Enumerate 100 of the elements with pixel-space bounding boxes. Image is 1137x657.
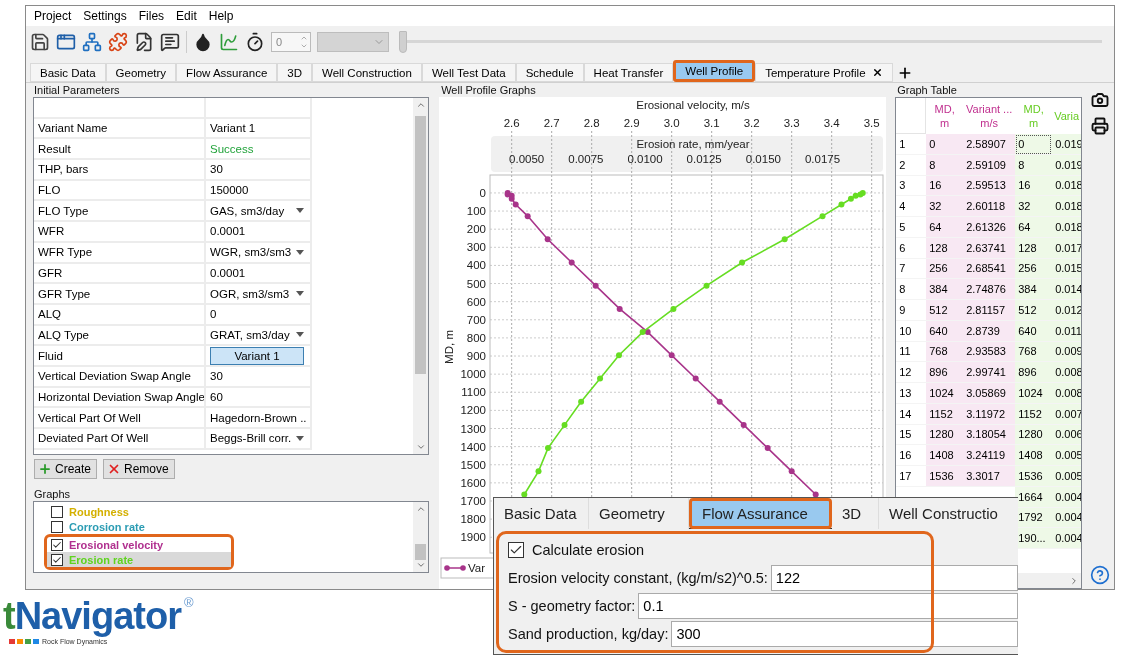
dropdown[interactable]: GAS, sm3/day	[206, 201, 312, 223]
menu-item[interactable]: Edit	[170, 9, 203, 23]
tab[interactable]: Flow Assurance	[689, 498, 832, 529]
dropdown-arrow-icon	[296, 435, 304, 441]
table-cell: 896	[1015, 362, 1053, 383]
point	[578, 398, 585, 405]
point	[716, 398, 723, 405]
menu-item[interactable]: Files	[132, 9, 171, 23]
document-edit-icon[interactable]	[134, 32, 154, 52]
timer-icon[interactable]	[245, 32, 265, 52]
dropdown-arrow-icon	[296, 332, 304, 338]
checkbox[interactable]	[508, 542, 524, 558]
item-label: Roughness	[69, 505, 129, 518]
column-header: Varia	[1053, 109, 1081, 124]
droplet-icon[interactable]	[193, 32, 213, 52]
input-field[interactable]: 122	[770, 565, 1018, 591]
tab[interactable]: Flow Assurance	[176, 63, 278, 82]
puzzle-icon[interactable]	[108, 32, 128, 52]
axis-title: MD, m	[443, 330, 456, 364]
table-cell: 3.11972	[963, 403, 1016, 425]
text-box-icon[interactable]	[160, 32, 180, 52]
table-cell: 640	[926, 320, 964, 342]
close-icon[interactable]	[871, 67, 883, 78]
tab[interactable]: Geometry	[589, 498, 689, 529]
window-icon[interactable]	[56, 32, 76, 52]
help-icon[interactable]	[1090, 565, 1111, 585]
dropdown[interactable]: OGR, sm3/sm3	[206, 284, 312, 305]
hierarchy-icon[interactable]	[82, 32, 102, 52]
tab[interactable]: Schedule	[515, 63, 584, 82]
scrollbar[interactable]	[413, 502, 429, 572]
checkbox[interactable]	[51, 553, 63, 566]
scrollbar-thumb[interactable]	[415, 116, 427, 374]
tab[interactable]: Basic Data	[494, 498, 589, 529]
fluid-button[interactable]: Variant 1	[210, 346, 304, 365]
tab[interactable]: Basic Data	[30, 63, 106, 82]
tick-label: 800	[466, 331, 487, 344]
table-cell: 2.74876	[963, 279, 1016, 300]
camera-icon[interactable]	[1091, 91, 1110, 109]
dropdown[interactable]: Hagedorn-Brown ..	[206, 408, 312, 429]
tick-label: 0.0050	[509, 153, 545, 165]
input-field[interactable]: 300	[671, 621, 1018, 647]
table-cell: GFR	[34, 263, 206, 285]
save-icon[interactable]	[30, 32, 50, 52]
tab[interactable]: Well Test Data	[421, 63, 516, 82]
tick-label: 2.7	[543, 117, 560, 129]
point	[524, 213, 531, 220]
menu-item[interactable]: Settings	[77, 9, 133, 23]
status-text: Success	[210, 142, 254, 155]
table-cell: 3.24119	[963, 445, 1016, 466]
checkbox[interactable]	[51, 520, 63, 533]
chevron-down-icon[interactable]	[415, 560, 426, 570]
legend-label: Var	[468, 562, 486, 574]
item-label: Erosion rate	[69, 553, 134, 566]
tab[interactable]: Temperature Profile	[755, 63, 893, 82]
tab[interactable]: 3D	[832, 498, 879, 529]
tab[interactable]: Geometry	[105, 63, 177, 82]
table-cell: 896	[926, 362, 964, 383]
point	[740, 421, 747, 428]
table-cell: Vertical Part Of Well	[34, 408, 206, 429]
tick-label: 100	[466, 205, 487, 218]
slider-thumb[interactable]	[399, 31, 407, 53]
checkbox[interactable]	[51, 505, 63, 518]
list-item[interactable]: Erosional velocity	[47, 537, 231, 552]
color-squares-icon	[9, 639, 39, 644]
chevron-up-icon[interactable]	[415, 504, 426, 514]
tick-label: 1600	[460, 476, 487, 489]
slider[interactable]	[399, 31, 1102, 53]
scrollbar-thumb[interactable]	[415, 544, 427, 560]
menu-item[interactable]: Help	[202, 9, 240, 23]
table-cell: FLO	[34, 180, 206, 202]
create-button[interactable]: Create	[34, 459, 98, 479]
tab[interactable]: 3D	[277, 63, 312, 82]
tab[interactable]: Well Construction	[312, 63, 422, 82]
menu-item[interactable]: Project	[28, 9, 78, 23]
tick-label: 500	[466, 277, 487, 290]
chart-icon[interactable]	[219, 32, 239, 52]
checkbox[interactable]	[51, 538, 63, 551]
dropdown[interactable]: WGR, sm3/sm3	[206, 242, 312, 264]
tab[interactable]: Well Profile	[673, 60, 756, 82]
scrollbar[interactable]	[413, 98, 429, 454]
tick-label: 1200	[460, 404, 487, 417]
chevron-up-icon[interactable]	[415, 100, 426, 110]
tab[interactable]: Heat Transfer	[583, 63, 674, 82]
point	[788, 468, 795, 475]
printer-icon[interactable]	[1091, 117, 1110, 135]
axis-title: Erosional velocity, m/s	[636, 99, 750, 111]
table-cell: 128	[926, 237, 964, 259]
dropdown[interactable]: Beggs-Brill corr.	[206, 429, 312, 450]
table-cell: Deviated Part Of Well	[34, 429, 206, 450]
tick-label: 200	[466, 223, 487, 236]
point	[838, 201, 845, 208]
table-cell: 30	[206, 366, 312, 388]
point	[703, 282, 710, 289]
input-field[interactable]: 0.1	[638, 593, 1018, 619]
axis-title: Erosion rate, mm/year	[636, 138, 750, 150]
table-cell: 1536	[1015, 466, 1053, 487]
table-cell: 8	[926, 154, 964, 176]
table-cell: 64	[926, 217, 964, 238]
remove-button[interactable]: Remove	[103, 459, 175, 479]
chevron-down-icon[interactable]	[415, 442, 426, 452]
